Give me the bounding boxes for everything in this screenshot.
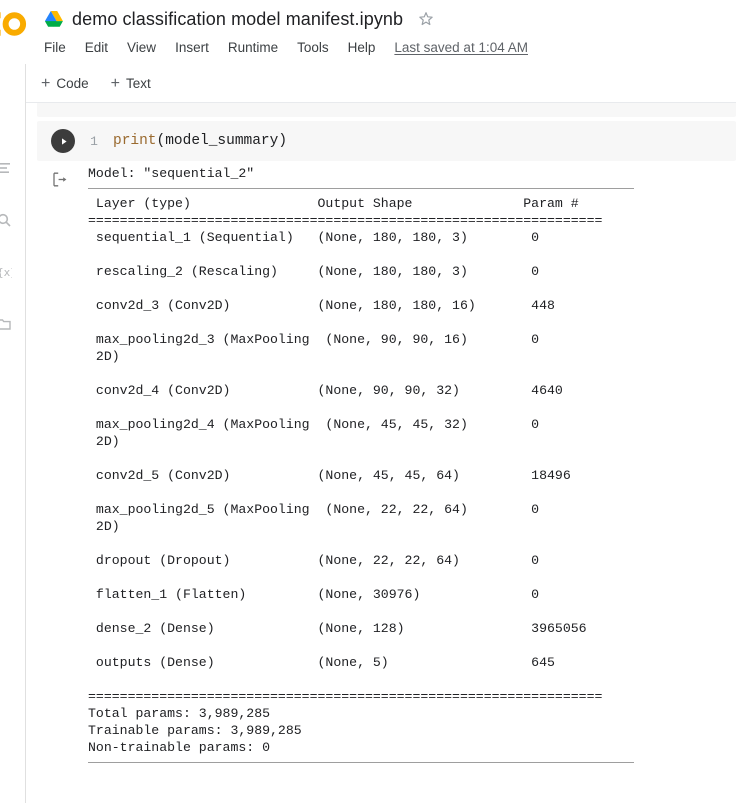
add-text-cell-label: Text [125, 76, 151, 91]
star-outline-icon[interactable] [417, 10, 435, 28]
output-non-trainable-params: Non-trainable params: 0 [88, 740, 271, 755]
add-code-cell-label: Code [56, 76, 89, 91]
output-row: flatten_1 (Flatten) (None, 30976) 0 [88, 587, 611, 602]
menu-item-help[interactable]: Help [348, 40, 376, 55]
code-editor-content[interactable]: print(model_summary) [113, 133, 287, 149]
output-row: max_pooling2d_5 (MaxPooling (None, 22, 2… [88, 502, 611, 517]
output-row [88, 314, 736, 331]
svg-text:{x}: {x} [0, 266, 12, 279]
menu-item-insert[interactable]: Insert [175, 40, 209, 55]
left-sidebar-rail: {x} [0, 64, 26, 803]
output-model-line: Model: "sequential_2" [88, 166, 255, 181]
menu-bar: File Edit View Insert Runtime Tools Help… [44, 36, 528, 58]
menu-item-edit[interactable]: Edit [85, 40, 108, 55]
page-title[interactable]: demo classification model manifest.ipynb [72, 9, 403, 30]
output-rule-bottom [88, 762, 634, 763]
add-text-cell-button[interactable]: + Text [107, 74, 155, 94]
output-row: conv2d_5 (Conv2D) (None, 45, 45, 64) 184… [88, 468, 611, 483]
output-rows: sequential_1 (Sequential) (None, 180, 18… [37, 229, 736, 688]
code-token-args: (model_summary) [156, 133, 288, 149]
menu-item-view[interactable]: View [127, 40, 156, 55]
output-row [88, 637, 736, 654]
search-icon[interactable] [0, 212, 12, 228]
output-columns-header: Layer (type) Output Shape Param # [88, 196, 603, 211]
output-rule-top [88, 188, 634, 189]
google-drive-icon [44, 10, 64, 28]
notebook-toolbar: + Code + Text [26, 64, 736, 103]
run-cell-button[interactable] [51, 129, 75, 153]
plus-icon: + [110, 74, 120, 92]
code-token-function: print [113, 133, 157, 149]
code-cell[interactable]: 1 print(model_summary) [37, 121, 736, 161]
previous-cell-partial[interactable] [37, 103, 736, 117]
output-row: max_pooling2d_4 (MaxPooling (None, 45, 4… [88, 417, 611, 432]
output-row [88, 399, 736, 416]
output-row [88, 246, 736, 263]
output-row [88, 569, 736, 586]
app-header: demo classification model manifest.ipynb… [0, 0, 736, 64]
output-arrow-icon [51, 171, 68, 188]
output-row [88, 450, 736, 467]
colab-notebook-window: demo classification model manifest.ipynb… [0, 0, 736, 803]
output-trainable-params: Trainable params: 3,989,285 [88, 723, 302, 738]
line-number: 1 [90, 133, 98, 149]
menu-item-tools[interactable]: Tools [297, 40, 329, 55]
output-row: conv2d_4 (Conv2D) (None, 90, 90, 32) 464… [88, 383, 611, 398]
files-icon[interactable] [0, 316, 12, 332]
output-row [88, 535, 736, 552]
output-row: max_pooling2d_3 (MaxPooling (None, 90, 9… [88, 332, 611, 347]
last-saved-status[interactable]: Last saved at 1:04 AM [394, 40, 528, 55]
output-row: sequential_1 (Sequential) (None, 180, 18… [88, 230, 611, 245]
variables-icon[interactable]: {x} [0, 264, 12, 280]
add-code-cell-button[interactable]: + Code [37, 74, 93, 94]
colab-logo[interactable] [0, 4, 30, 44]
output-total-params: Total params: 3,989,285 [88, 706, 271, 721]
output-row: 2D) [88, 349, 611, 364]
document-title-row: demo classification model manifest.ipynb [44, 4, 435, 34]
output-row: 2D) [88, 519, 611, 534]
output-row [88, 671, 736, 688]
output-equals-divider: ========================================… [88, 213, 603, 228]
menu-item-file[interactable]: File [44, 40, 66, 55]
output-row: conv2d_3 (Conv2D) (None, 180, 180, 16) 4… [88, 298, 611, 313]
plus-icon: + [41, 74, 51, 92]
output-row: outputs (Dense) (None, 5) 645 [88, 655, 611, 670]
output-row: rescaling_2 (Rescaling) (None, 180, 180,… [88, 264, 611, 279]
output-row [88, 603, 736, 620]
output-row: 2D) [88, 434, 611, 449]
output-row: dense_2 (Dense) (None, 128) 3965056 [88, 621, 611, 636]
output-equals-divider-bottom: ========================================… [88, 689, 603, 704]
table-of-contents-icon[interactable] [0, 160, 12, 176]
menu-item-runtime[interactable]: Runtime [228, 40, 278, 55]
output-row [88, 280, 736, 297]
output-row [88, 365, 736, 382]
notebook-scroll-area[interactable]: 1 print(model_summary) Model: "sequentia… [26, 103, 736, 803]
output-row: dropout (Dropout) (None, 22, 22, 64) 0 [88, 553, 611, 568]
cell-output: Model: "sequential_2" Layer (type) Outpu… [37, 165, 736, 769]
output-row [88, 484, 736, 501]
